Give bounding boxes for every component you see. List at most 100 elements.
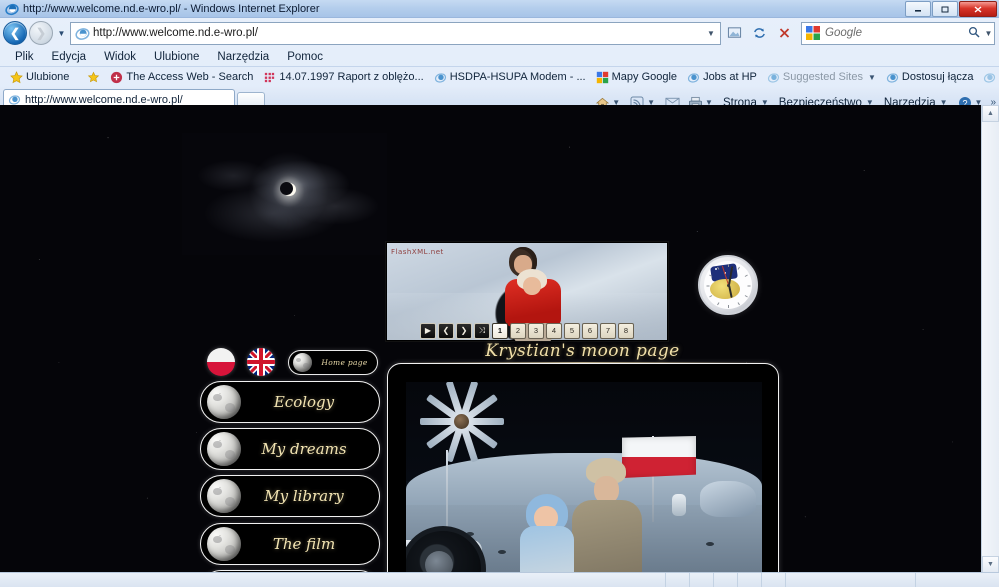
url-text[interactable]: http://www.welcome.nd.e-wro.pl/ — [93, 27, 704, 39]
menu-narzedzia[interactable]: Narzędzia — [208, 50, 278, 64]
favorite-jobs-at-hp[interactable]: Jobs at HP — [682, 70, 762, 85]
search-icon[interactable] — [965, 26, 983, 41]
favorite-hsdpa[interactable]: HSDPA-HSUPA Modem - ... — [429, 70, 591, 85]
language-flag-english[interactable] — [247, 348, 275, 376]
close-button[interactable] — [959, 1, 997, 17]
slideshow-slide-1[interactable]: 1 — [492, 323, 508, 339]
web-page: FlashXML.net ▶ ❮ ❯ ⤨ 1 2 3 4 5 6 7 8 Kry… — [0, 105, 982, 573]
favorite-label: Mapy Google — [611, 71, 678, 83]
clock-tick — [709, 274, 713, 277]
photo-slideshow: FlashXML.net ▶ ❮ ❯ ⤨ 1 2 3 4 5 6 7 8 — [385, 241, 669, 342]
clock-tick — [747, 285, 751, 287]
slideshow-slide-7[interactable]: 7 — [600, 323, 616, 339]
menu-pomoc[interactable]: Pomoc — [278, 50, 332, 64]
favorite-label: 14.07.1997 Raport z oblężo... — [279, 71, 424, 83]
clock-tick — [744, 295, 748, 298]
status-cell — [761, 573, 785, 587]
child-suit — [520, 526, 574, 573]
clock-star — [715, 268, 717, 270]
photo-pebble — [466, 532, 474, 536]
minimize-button[interactable] — [905, 1, 931, 17]
home-page-button[interactable]: Home page — [288, 350, 378, 375]
slideshow-prev-button[interactable]: ❮ — [438, 323, 454, 339]
nav-item-ecology[interactable]: Ecology — [200, 381, 380, 423]
favorite-label: The Access Web - Search — [126, 71, 254, 83]
favorite-mapy-google[interactable]: Mapy Google — [591, 70, 682, 85]
antenna-hub — [454, 414, 469, 429]
status-cell — [689, 573, 713, 587]
menu-ulubione[interactable]: Ulubione — [145, 50, 208, 64]
nav-item-the-film[interactable]: The film — [200, 523, 380, 565]
scroll-up-button[interactable]: ▲ — [982, 105, 999, 122]
window-controls — [905, 1, 997, 17]
clock-tick — [706, 285, 710, 287]
slideshow-play-button[interactable]: ▶ — [420, 323, 436, 339]
ie-page-icon — [767, 71, 780, 84]
slideshow-shuffle-button[interactable]: ⤨ — [474, 323, 490, 339]
photo-lunar-antenna — [420, 382, 506, 463]
nav-item-my-library[interactable]: My library — [200, 475, 380, 517]
moon-icon — [207, 479, 241, 513]
crescent-moon-icon — [279, 182, 296, 196]
moon-photo-frame — [387, 363, 779, 573]
chevron-down-icon[interactable]: ▼ — [868, 73, 876, 82]
favorite-access-web[interactable]: The Access Web - Search — [105, 70, 258, 85]
page-viewport: FlashXML.net ▶ ❮ ❯ ⤨ 1 2 3 4 5 6 7 8 Kry… — [0, 105, 999, 573]
ie-page-icon — [983, 71, 996, 84]
moon-photo — [406, 382, 762, 573]
favorite-label: Jobs at HP — [703, 71, 757, 83]
photo-rock — [700, 481, 756, 518]
google-maps-icon — [596, 71, 609, 84]
search-input[interactable]: Google — [825, 27, 965, 39]
menu-plik[interactable]: Plik — [6, 50, 43, 64]
compatibility-view-button[interactable] — [723, 22, 746, 45]
favorites-button[interactable]: Ulubione — [5, 70, 74, 85]
zoom-level-cell — [915, 573, 999, 587]
menu-edycja[interactable]: Edycja — [43, 50, 96, 64]
favorites-label: Ulubione — [26, 71, 70, 83]
vertical-scrollbar[interactable]: ▲ ▼ — [981, 105, 999, 573]
favorite-suggested-sites[interactable]: Suggested Sites ▼ — [762, 70, 881, 85]
clock-center-pin — [726, 283, 730, 287]
favorites-folder[interactable] — [82, 70, 105, 85]
language-flag-polish[interactable] — [207, 348, 235, 376]
photo-astronaut — [672, 494, 686, 516]
ie-page-icon — [886, 71, 899, 84]
photo-pebble — [498, 550, 506, 554]
menu-widok[interactable]: Widok — [95, 50, 145, 64]
refresh-button[interactable] — [748, 22, 771, 45]
moon-icon — [207, 432, 241, 466]
favorite-raport[interactable]: 14.07.1997 Raport z oblężo... — [258, 70, 428, 85]
status-cell — [737, 573, 761, 587]
url-bar[interactable]: http://www.welcome.nd.e-wro.pl/ ▼ — [70, 21, 721, 45]
favorite-dostosuj-lacza[interactable]: Dostosuj łącza — [881, 70, 979, 85]
search-box[interactable]: Google ▼ — [801, 21, 995, 45]
url-dropdown-icon[interactable]: ▼ — [704, 29, 718, 38]
slideshow-next-button[interactable]: ❯ — [456, 323, 472, 339]
star-folder-icon — [87, 71, 100, 84]
maximize-button[interactable] — [932, 1, 958, 17]
stop-button[interactable] — [773, 22, 796, 45]
slideshow-slide-3[interactable]: 3 — [528, 323, 544, 339]
favorite-pobierz-dodatki[interactable]: Pobierz więcej dodatków ▼ — [978, 70, 999, 85]
slideshow-slide-2[interactable]: 2 — [510, 323, 526, 339]
site-icon — [110, 71, 123, 84]
status-cell — [665, 573, 689, 587]
address-bar: ❮ ❯ ▼ http://www.welcome.nd.e-wro.pl/ ▼ — [0, 18, 999, 48]
forward-button[interactable]: ❯ — [29, 21, 53, 45]
nav-item-my-dreams[interactable]: My dreams — [200, 428, 380, 470]
search-provider-dropdown-icon[interactable]: ▼ — [983, 29, 994, 38]
status-text — [0, 573, 665, 587]
clock-tick — [709, 295, 713, 298]
slideshow-slide-6[interactable]: 6 — [582, 323, 598, 339]
slideshow-slide-5[interactable]: 5 — [564, 323, 580, 339]
page-favicon-icon — [75, 26, 90, 41]
back-button[interactable]: ❮ — [3, 21, 27, 45]
clock-tick — [728, 305, 729, 308]
security-zone-cell — [785, 573, 915, 587]
recent-pages-dropdown[interactable]: ▼ — [55, 22, 68, 44]
slideshow-slide-8[interactable]: 8 — [618, 323, 634, 339]
slideshow-slide-4[interactable]: 4 — [546, 323, 562, 339]
scroll-down-button[interactable]: ▼ — [982, 556, 999, 573]
status-cell — [713, 573, 737, 587]
